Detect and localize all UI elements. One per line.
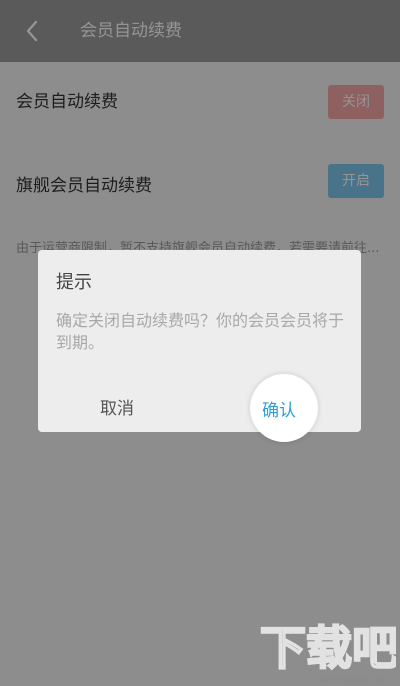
watermark-logo: 下载吧 [259,620,396,672]
dialog-message: 确定关闭自动续费吗？你的会员会员将于到期。 [56,311,345,352]
svg-text:下载吧: 下载吧 [260,621,396,672]
cancel-button[interactable]: 取消 [100,394,134,419]
watermark-url: www.xiazaiba.com [316,675,391,684]
confirm-button[interactable]: 确认 [262,396,296,421]
dialog-title: 提示 [56,272,92,293]
